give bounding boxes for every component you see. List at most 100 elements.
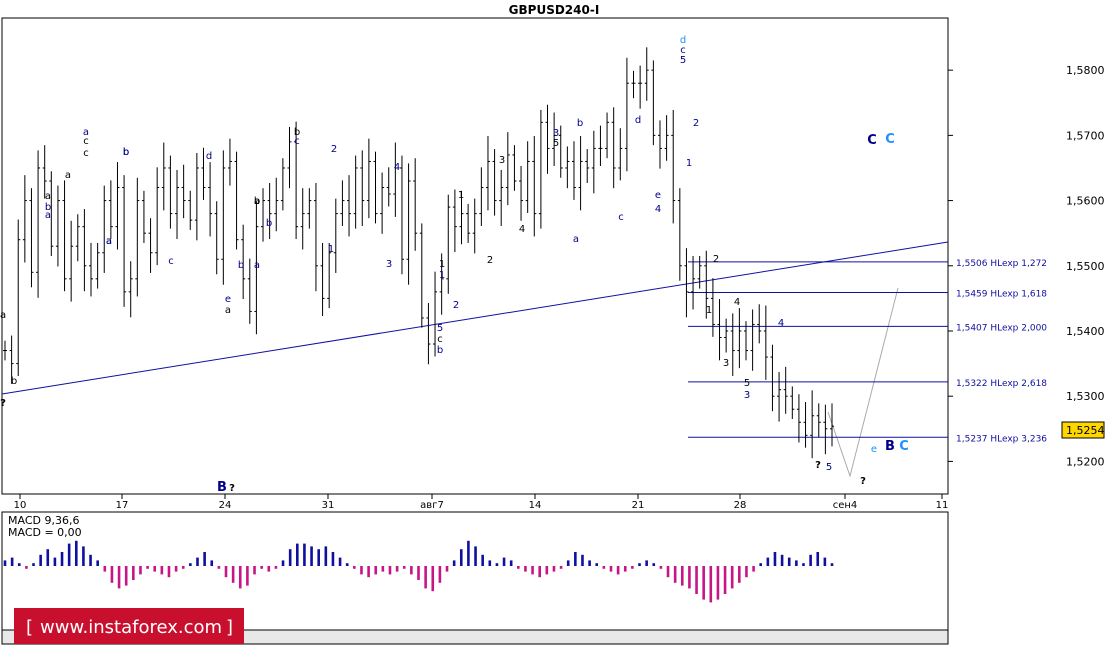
macd-bar: [174, 566, 178, 572]
macd-bar: [652, 563, 656, 566]
wave-label: 3: [744, 390, 750, 401]
wave-label: b: [11, 376, 17, 387]
macd-bar: [231, 566, 235, 583]
macd-bar: [10, 557, 14, 566]
wave-label: a: [106, 236, 112, 247]
macd-bar: [288, 549, 292, 566]
y-tick-label: 1,5800: [1066, 64, 1105, 77]
macd-bar: [39, 554, 42, 566]
macd-bar: [338, 557, 342, 566]
macd-bar: [217, 566, 221, 569]
wave-label: 5: [437, 323, 443, 334]
wave-label: 1: [439, 270, 445, 281]
wave-label: d: [635, 115, 641, 126]
macd-bar: [139, 566, 142, 575]
macd-bar: [146, 566, 149, 569]
macd-bar: [609, 566, 613, 572]
macd-bar: [723, 566, 727, 594]
wave-label: 1: [458, 190, 464, 201]
macd-bar: [3, 560, 7, 566]
macd-bar: [89, 554, 92, 566]
wave-label: B: [217, 480, 227, 495]
macd-bar: [353, 566, 356, 569]
macd-bar: [538, 566, 541, 578]
wave-label: b: [123, 147, 129, 158]
macd-bar: [452, 560, 456, 566]
wave-label: c: [83, 148, 89, 159]
macd-bar: [402, 566, 406, 569]
x-axis-ticks: 10 17 24 31 авг7 14 21 28 сен4 11: [14, 494, 949, 511]
macd-bar: [445, 566, 449, 572]
x-tick-label: авг7: [420, 500, 444, 511]
macd-bar: [581, 554, 584, 566]
macd-bar: [324, 546, 328, 566]
current-price-text: 1,5254: [1066, 424, 1105, 437]
macd-bar: [602, 566, 606, 569]
macd-bar: [431, 566, 435, 592]
wave-label: 3: [723, 358, 729, 369]
macd-bar: [417, 566, 420, 580]
main-plot-frame: [1, 17, 949, 495]
macd-bar: [481, 554, 484, 566]
wave-label: ?: [860, 476, 866, 487]
wave-label: ?: [229, 483, 235, 494]
x-tick-label: сен4: [833, 500, 858, 511]
fib-level-label: 1,5407 HLexp 2,000: [956, 323, 1047, 333]
macd-bar: [688, 566, 691, 589]
macd-bar: [773, 552, 777, 566]
macd-bar: [802, 563, 805, 566]
macd-bar: [167, 566, 171, 578]
wave-label: 3: [499, 155, 505, 166]
wave-label: 5: [744, 378, 750, 389]
x-tick-label: 11: [936, 500, 949, 511]
macd-bar: [395, 566, 399, 572]
macd-bar: [160, 566, 164, 575]
macd-bar: [374, 566, 378, 575]
macd-bar: [124, 566, 128, 586]
wave-label: a: [573, 234, 579, 245]
watermark-close: ]: [226, 617, 233, 638]
x-tick-label: 10: [14, 500, 27, 511]
wave-label: 5: [553, 138, 559, 149]
macd-bar: [709, 566, 713, 603]
macd-bar: [766, 557, 770, 566]
fib-level-label: 1,5459 HLexp 1,618: [956, 290, 1047, 300]
wave-label: 3: [386, 259, 392, 270]
macd-bar: [274, 566, 278, 569]
macd-value-label: MACD = 0,00: [8, 526, 82, 539]
wave-label: 2: [487, 255, 493, 266]
macd-bar: [673, 566, 677, 583]
y-tick-label: 1,5200: [1066, 455, 1105, 468]
wave-label: e: [871, 444, 877, 455]
macd-bar: [509, 560, 513, 566]
macd-bar: [502, 557, 506, 566]
macd-bar: [474, 546, 477, 566]
macd-bar: [224, 566, 228, 578]
macd-bar: [103, 566, 107, 572]
macd-bar: [759, 563, 763, 566]
macd-bar: [552, 566, 556, 572]
macd-bar: [531, 566, 534, 575]
wave-label: e: [655, 190, 661, 201]
macd-bar: [25, 566, 28, 569]
macd-bar: [317, 549, 320, 566]
macd-bar: [203, 552, 206, 566]
wave-label: C: [867, 133, 877, 148]
macd-bar: [67, 543, 71, 566]
wave-label: 4: [394, 162, 400, 173]
watermark-open: [: [26, 617, 33, 638]
y-tick-label: 1,5300: [1066, 390, 1105, 403]
macd-bar: [695, 566, 698, 594]
macd-bar: [345, 563, 349, 566]
x-tick-label: 14: [529, 500, 542, 511]
wave-label: c: [618, 212, 624, 223]
wave-label: a: [254, 196, 260, 207]
fib-level-label: 1,5237 HLexp 3,236: [956, 434, 1047, 444]
macd-bar: [153, 566, 157, 572]
wave-label: c: [437, 334, 443, 345]
fib-level-label: 1,5506 HLexp 1,272: [956, 259, 1047, 269]
macd-bar: [752, 566, 755, 572]
macd-bar: [680, 566, 684, 586]
macd-bar: [46, 549, 50, 566]
watermark-text: www.instaforex.com: [40, 617, 222, 638]
